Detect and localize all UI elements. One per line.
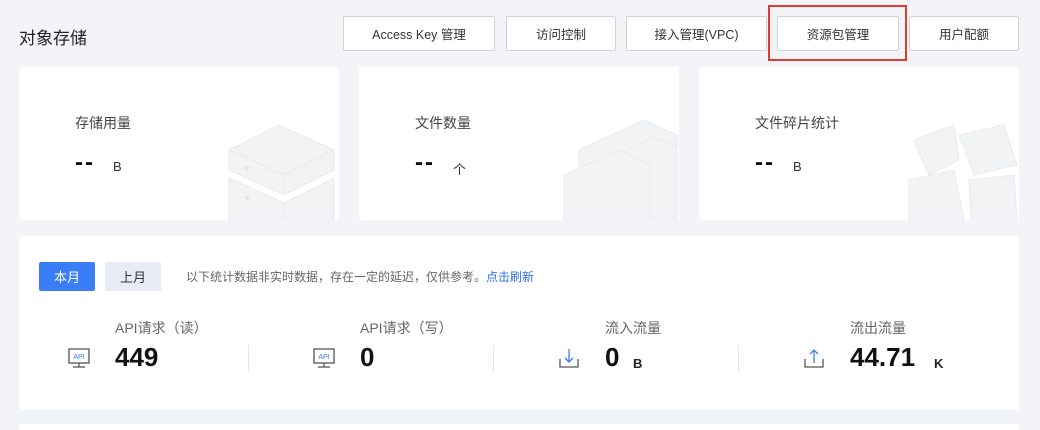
stat-divider [493, 345, 494, 371]
stats-notice: 以下统计数据非实时数据，存在一定的延迟，仅供参考。点击刷新 [186, 268, 534, 285]
file-count-card: 文件数量 -- 个 [359, 67, 679, 220]
api-write-stat: API请求（写） API 0 [284, 318, 524, 378]
bottom-panel [19, 424, 1019, 430]
stat-divider [248, 345, 249, 371]
api-read-label: API请求（读） [115, 320, 208, 336]
api-read-stat: API请求（读） API 449 [39, 318, 279, 378]
outbound-traffic-unit: K [934, 356, 944, 371]
user-quota-button[interactable]: 用户配额 [909, 16, 1019, 51]
file-count-label: 文件数量 [415, 115, 471, 131]
notice-text: 以下统计数据非实时数据，存在一定的延迟，仅供参考。 [186, 270, 487, 284]
page-title: 对象存储 [19, 29, 87, 48]
stat-divider [738, 345, 739, 371]
inbound-traffic-stat: 流入流量 0 B [529, 318, 769, 378]
file-fragment-label: 文件碎片统计 [755, 115, 839, 131]
inbound-traffic-label: 流入流量 [605, 320, 661, 336]
svg-text:API: API [73, 354, 84, 361]
stats-panel: 本月 上月 以下统计数据非实时数据，存在一定的延迟，仅供参考。点击刷新 API请… [19, 236, 1019, 410]
inbound-traffic-unit: B [633, 356, 643, 371]
access-key-button[interactable]: Access Key 管理 [343, 16, 495, 51]
access-control-button[interactable]: 访问控制 [506, 16, 616, 51]
outbound-traffic-label: 流出流量 [850, 320, 906, 336]
api-write-label: API请求（写） [360, 320, 453, 336]
inbound-traffic-value: 0 [605, 342, 620, 372]
api-icon: API [313, 348, 335, 368]
api-icon: API [68, 348, 90, 368]
api-write-value: 0 [360, 342, 375, 372]
api-read-value: 449 [115, 342, 159, 372]
outbound-traffic-stat: 流出流量 44.71 K [774, 318, 1014, 378]
file-count-unit: 个 [453, 162, 467, 177]
storage-usage-unit: B [113, 159, 122, 174]
puzzle-pieces-icon [908, 124, 1018, 220]
download-icon [559, 349, 579, 368]
storage-usage-label: 存储用量 [75, 115, 131, 131]
outbound-traffic-value: 44.71 [850, 342, 916, 372]
last-month-button[interactable]: 上月 [105, 262, 161, 291]
upload-icon [804, 349, 824, 368]
file-fragment-value: -- [755, 149, 775, 176]
storage-usage-card: 存储用量 -- B [19, 67, 339, 220]
vpc-access-button[interactable]: 接入管理(VPC) [626, 16, 767, 51]
svg-text:API: API [318, 354, 329, 361]
storage-usage-value: -- [75, 149, 95, 176]
file-count-value: -- [415, 149, 435, 176]
this-month-button[interactable]: 本月 [39, 262, 95, 291]
document-stack-icon [563, 119, 678, 220]
highlight-box [768, 5, 907, 61]
refresh-link[interactable]: 点击刷新 [486, 270, 534, 284]
server-stack-icon [227, 124, 336, 220]
file-fragment-card: 文件碎片统计 -- B [699, 67, 1019, 220]
file-fragment-unit: B [793, 159, 802, 174]
